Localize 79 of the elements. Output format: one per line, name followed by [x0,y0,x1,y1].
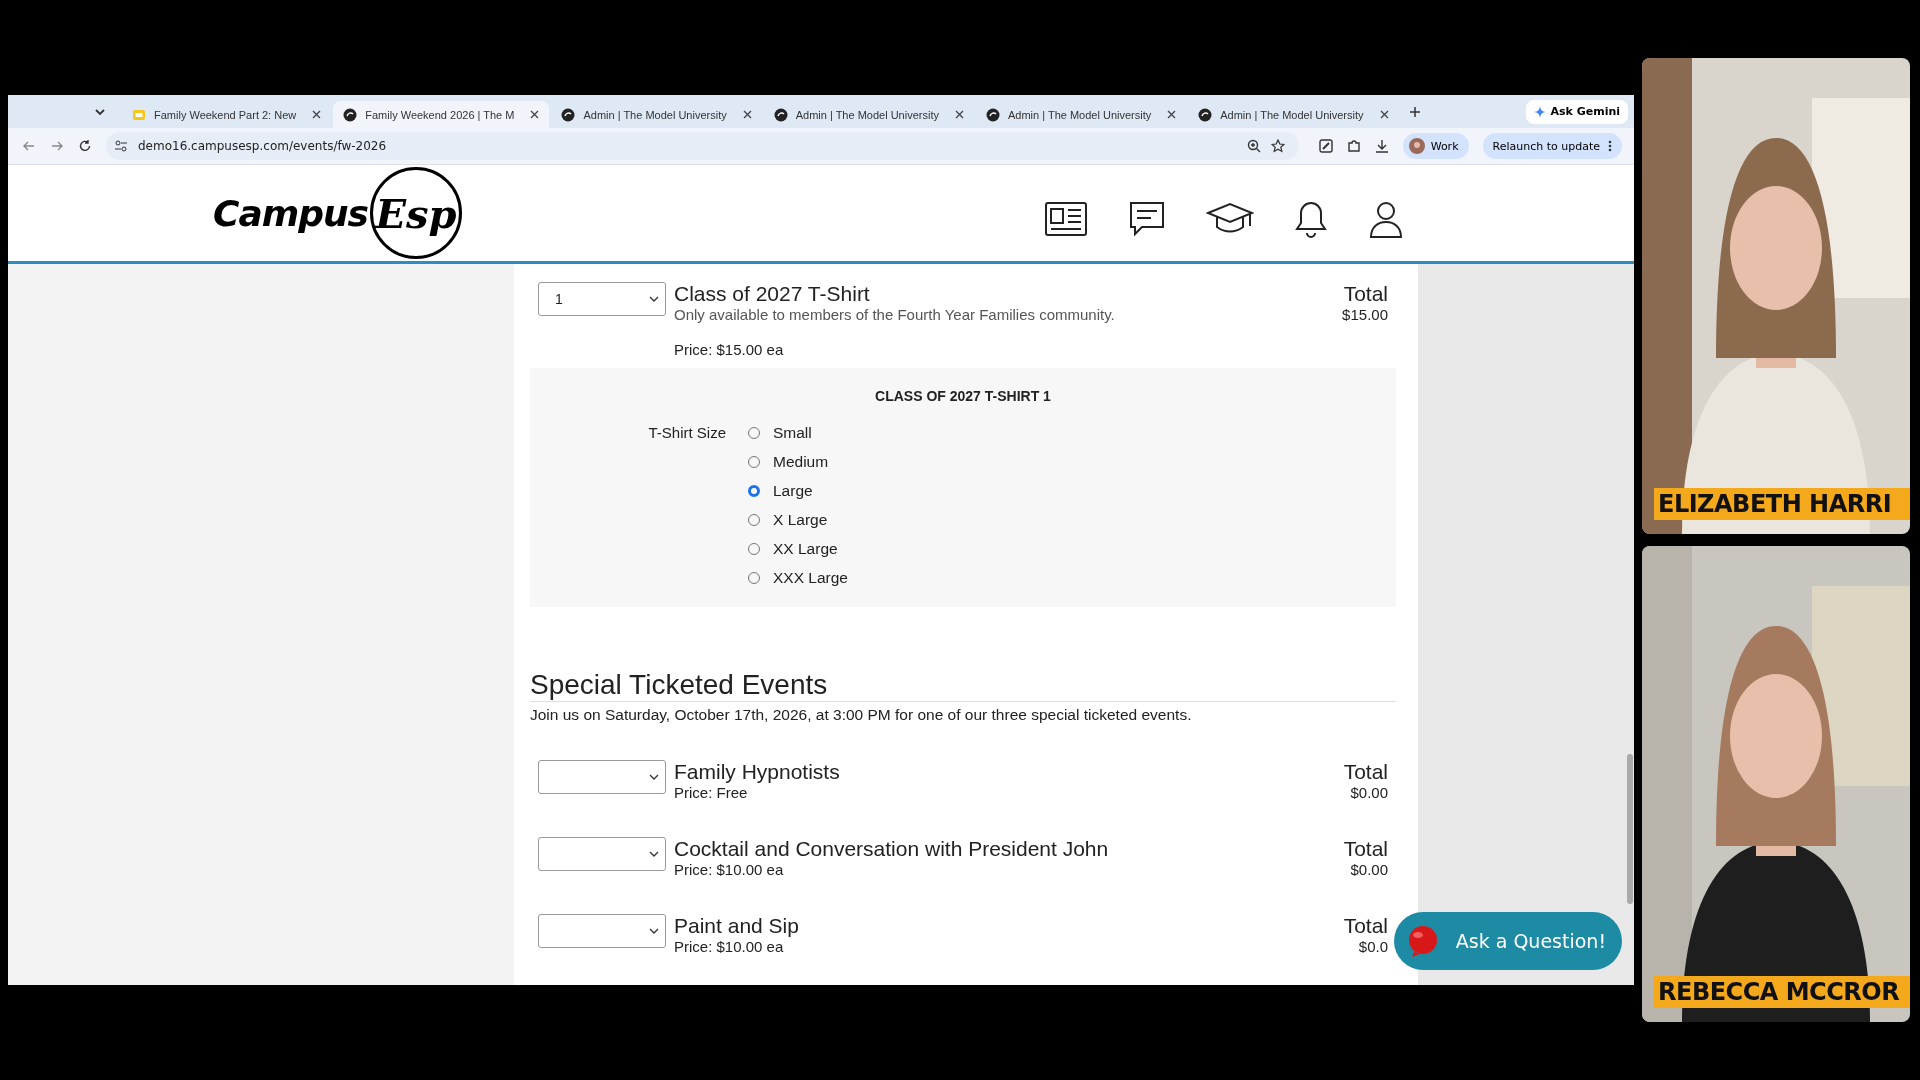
close-icon[interactable] [954,110,964,119]
size-radio-option[interactable]: XX Large [748,540,848,558]
close-icon[interactable] [1379,110,1389,119]
user-icon[interactable] [1368,199,1404,239]
field-label: T-Shirt Size [647,424,726,443]
total-label: Total [1343,282,1388,306]
total-label: Total [1343,837,1388,861]
browser-tab[interactable]: Admin | The Model University [1188,101,1399,128]
size-radio-option[interactable]: Large [748,482,848,500]
site-logo-icon [561,107,576,122]
participant-name: REBECCA MCCROR [1654,976,1910,1008]
size-radio-option[interactable]: Small [748,424,848,442]
event-title: Family Hypnotists [674,760,841,784]
total-label: Total [1343,914,1388,938]
chat-icon[interactable] [1128,200,1166,238]
chevron-down-icon [649,927,659,935]
quantity-select[interactable] [538,760,666,794]
newspaper-icon[interactable] [1044,201,1088,237]
chevron-down-icon [649,850,659,858]
site-logo-icon [773,107,788,122]
total-amount: $0.0 [1358,938,1388,955]
participant-name: ELIZABETH HARRI [1654,488,1910,520]
product-title: Class of 2027 T-Shirt [674,282,871,306]
site-logo-icon [1198,107,1213,122]
total-amount: $15.00 [1342,306,1388,323]
puzzle-icon[interactable] [1346,139,1361,153]
relaunch-button[interactable]: Relaunch to update [1482,133,1622,159]
quantity-select[interactable] [538,837,666,871]
site-logo-icon [343,107,358,122]
more-icon [1608,140,1612,152]
section-intro: Join us on Saturday, October 17th, 2026, at 3:00 PM for one of our three special ticketed events. [530,706,1193,724]
forward-icon[interactable] [50,139,64,153]
quantity-select[interactable] [538,914,666,948]
close-icon[interactable] [312,110,322,119]
total-amount: $0.00 [1350,784,1388,801]
scrollbar-thumb[interactable] [1627,754,1633,904]
browser-tab[interactable]: Family Weekend Part 2: New [122,101,332,128]
chevron-down-icon [649,773,659,781]
event-title: Paint and Sip [674,914,800,938]
event-price: Price: $10.00 ea [674,938,785,955]
sparkle-icon [1534,105,1547,118]
close-icon[interactable] [530,110,540,119]
bell-icon[interactable] [1294,200,1328,238]
event-title: Cocktail and Conversation with President John [674,837,1110,861]
avatar-icon [1408,138,1425,154]
size-radio-option[interactable]: XXX Large [748,569,848,587]
browser-tab[interactable]: Admin | The Model University [551,101,762,128]
site-logo[interactable]: Campus Esp [213,167,463,259]
back-icon[interactable] [22,139,36,153]
address-field[interactable]: demo16.campusesp.com/events/fw-2026 [106,132,1299,160]
chevron-down-icon [649,295,659,303]
new-tab-button[interactable] [1408,105,1421,118]
browser-tab[interactable]: Admin | The Model University [975,101,1187,128]
close-icon[interactable] [1167,110,1177,119]
product-note: Only available to members of the Fourth Year Families community. [674,306,1116,323]
browser-tab[interactable]: Admin | The Model University [763,101,974,128]
zoom-icon[interactable] [1246,139,1261,153]
size-radio-option[interactable]: Medium [748,453,848,471]
download-icon[interactable] [1374,139,1389,153]
quantity-select[interactable]: 1 [538,282,666,316]
product-price: Price: $15.00 ea [674,341,785,358]
ask-gemini-button[interactable]: Ask Gemini [1526,99,1628,124]
total-label: Total [1343,760,1388,784]
close-icon[interactable] [742,110,752,119]
reload-icon[interactable] [78,139,92,153]
browser-tab[interactable]: Family Weekend 2026 | The M [333,101,550,128]
slides-icon [132,108,146,121]
section-heading: Special Ticketed Events [530,669,1396,702]
site-logo-icon [985,107,1000,122]
profile-button[interactable]: Work [1402,133,1469,159]
size-radio-option[interactable]: X Large [748,511,848,529]
options-heading: CLASS OF 2027 T-SHIRT 1 [874,388,1052,404]
site-settings-icon[interactable] [114,139,128,153]
ask-question-button[interactable]: Ask a Question! [1393,912,1622,970]
extension-icon[interactable] [1318,139,1333,153]
event-price: Price: Free [674,784,749,801]
star-icon[interactable] [1270,139,1285,153]
event-price: Price: $10.00 ea [674,861,785,878]
total-amount: $0.00 [1350,861,1388,878]
